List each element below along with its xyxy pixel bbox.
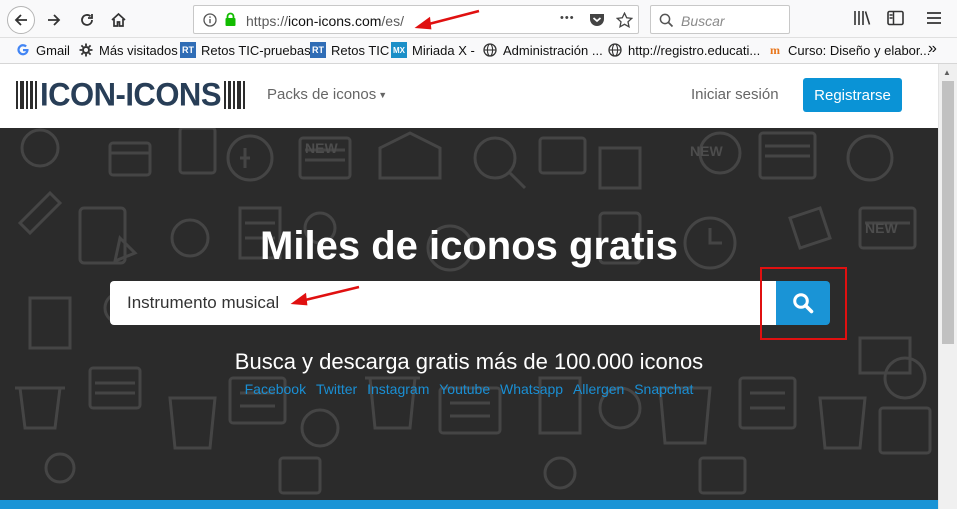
search-icon xyxy=(659,13,674,28)
home-button[interactable] xyxy=(104,6,132,34)
bookmarks-overflow-chevron-icon[interactable]: » xyxy=(928,40,937,58)
lock-icon xyxy=(225,12,236,26)
bookmark-retos-tic[interactable]: RT Retos TIC xyxy=(310,42,389,58)
globe-icon xyxy=(607,42,623,58)
bookmark-label: Administración ... xyxy=(503,42,603,58)
site-logo[interactable]: ICON-ICONS xyxy=(16,76,245,113)
packs-label: Packs de iconos xyxy=(267,86,377,103)
scrollbar-thumb[interactable] xyxy=(942,81,954,344)
bookmark-label: Curso: Diseño y elabor... xyxy=(788,42,931,58)
scroll-up-arrow-icon[interactable]: ▲ xyxy=(943,68,951,77)
social-link-youtube[interactable]: Youtube xyxy=(439,381,490,397)
bookmark-label: Retos TIC-pruebas xyxy=(201,42,311,58)
social-link-facebook[interactable]: Facebook xyxy=(245,381,306,397)
hamburger-menu-icon[interactable] xyxy=(926,11,942,25)
site-header: ICON-ICONS Packs de iconos ▼ Iniciar sesi… xyxy=(0,64,938,128)
retos-tic-icon: RT xyxy=(310,42,326,58)
url-host: icon-icons.com xyxy=(288,13,382,29)
social-link-allergen[interactable]: Allergen xyxy=(573,381,624,397)
bookmark-miriada-x[interactable]: MX Miriada X - xyxy=(391,42,475,58)
browser-toolbar: https://icon-icons.com/es/ ••• Buscar xyxy=(0,0,957,38)
bookmark-registro[interactable]: http://registro.educati... xyxy=(607,42,760,58)
star-bookmark-icon[interactable] xyxy=(616,12,633,28)
url-text: https://icon-icons.com/es/ xyxy=(246,13,404,29)
bookmark-label: Gmail xyxy=(36,42,70,58)
home-icon xyxy=(110,12,126,27)
forward-button[interactable] xyxy=(40,6,68,34)
google-icon xyxy=(15,42,31,58)
bookmark-label: Más visitados xyxy=(99,42,178,58)
pocket-icon[interactable] xyxy=(589,13,605,27)
library-icon[interactable] xyxy=(853,10,871,26)
caret-down-icon: ▼ xyxy=(378,90,388,101)
globe-icon xyxy=(482,42,498,58)
social-link-whatsapp[interactable]: Whatsapp xyxy=(500,381,563,397)
url-path: /es/ xyxy=(381,13,404,29)
hero-title: Miles de iconos gratis xyxy=(260,224,678,268)
retos-tic-icon: RT xyxy=(180,42,196,58)
icon-search-input[interactable] xyxy=(110,281,776,325)
url-bar[interactable]: https://icon-icons.com/es/ ••• xyxy=(193,5,639,34)
back-button[interactable] xyxy=(7,6,35,34)
page-actions-icon[interactable]: ••• xyxy=(560,12,575,24)
page-scrollbar[interactable]: ▲ xyxy=(938,64,957,509)
bookmarks-bar: Gmail Más visitados RT Retos TIC-pruebas… xyxy=(0,38,957,64)
register-button[interactable]: Registrarse xyxy=(803,78,902,112)
browser-search-input[interactable]: Buscar xyxy=(650,5,790,34)
barcode-left-icon xyxy=(16,81,37,109)
bookmark-administracion[interactable]: Administración ... xyxy=(482,42,603,58)
social-link-instagram[interactable]: Instagram xyxy=(367,381,429,397)
miriada-x-icon: MX xyxy=(391,42,407,58)
bookmark-most-visited[interactable]: Más visitados xyxy=(78,42,178,58)
gear-icon xyxy=(78,42,94,58)
svg-text:NEW: NEW xyxy=(305,140,338,156)
moodle-icon: m xyxy=(770,42,780,57)
url-scheme: https:// xyxy=(246,13,289,29)
bookmark-retos-tic-pruebas[interactable]: RT Retos TIC-pruebas xyxy=(180,42,311,58)
bookmark-curso[interactable]: m Curso: Diseño y elabor... xyxy=(767,42,930,58)
social-links: Facebook Twitter Instagram Youtube Whats… xyxy=(0,381,938,397)
forward-arrow-icon xyxy=(48,14,61,26)
blue-strip xyxy=(0,500,938,509)
bookmark-gmail[interactable]: Gmail xyxy=(15,42,70,58)
bookmark-label: http://registro.educati... xyxy=(628,42,761,58)
social-link-snapchat[interactable]: Snapchat xyxy=(634,381,693,397)
bookmark-label: Retos TIC xyxy=(331,42,390,58)
reload-icon xyxy=(81,14,93,26)
reload-button[interactable] xyxy=(73,6,101,34)
packs-dropdown[interactable]: Packs de iconos ▼ xyxy=(267,86,387,103)
social-link-twitter[interactable]: Twitter xyxy=(316,381,357,397)
barcode-right-icon xyxy=(224,81,245,109)
back-arrow-icon xyxy=(14,14,27,26)
logo-text: ICON-ICONS xyxy=(40,76,222,113)
info-icon[interactable] xyxy=(203,13,217,27)
bookmark-label: Miriada X - xyxy=(412,42,475,58)
svg-text:NEW: NEW xyxy=(690,143,723,159)
login-link[interactable]: Iniciar sesión xyxy=(691,86,779,103)
search-button-highlight-box xyxy=(760,267,847,340)
hero-subtitle: Busca y descarga gratis más de 100.000 i… xyxy=(234,349,704,374)
sidebar-icon[interactable] xyxy=(887,10,904,26)
search-placeholder: Buscar xyxy=(681,13,725,29)
